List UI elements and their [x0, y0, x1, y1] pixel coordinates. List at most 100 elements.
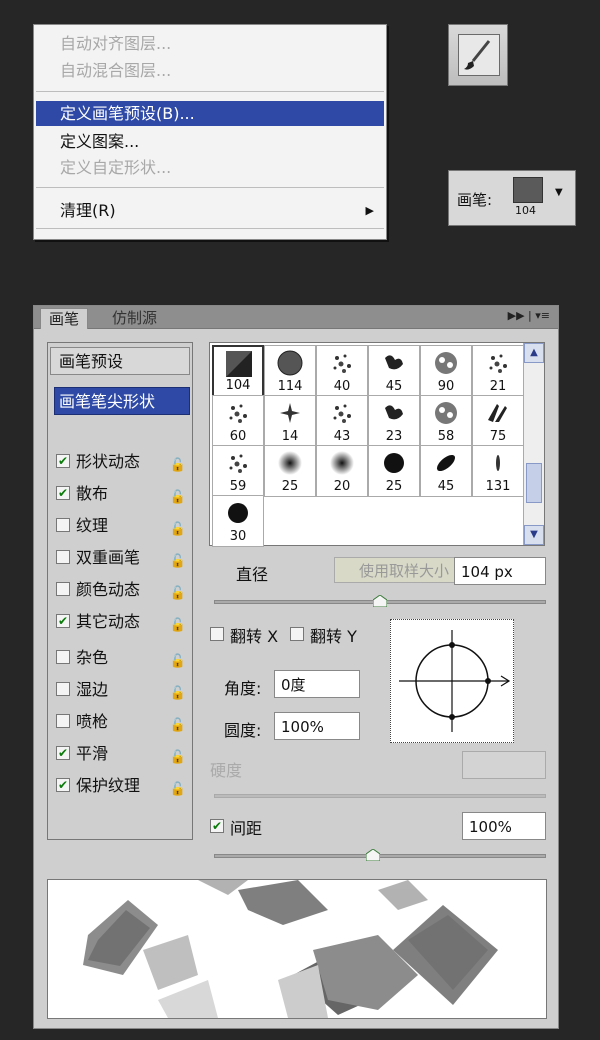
option-checkbox[interactable] [56, 550, 70, 564]
spacing-slider-thumb[interactable] [366, 849, 381, 861]
tab-brush[interactable]: 画笔 [40, 308, 89, 329]
option-row[interactable]: 纹理 🔓 [54, 513, 190, 539]
option-row[interactable]: ✔ 散布 🔓 [54, 481, 190, 507]
brush-tip-cell[interactable]: 25 [368, 445, 420, 497]
brush-tip-cell[interactable]: 90 [420, 345, 472, 397]
brush-tip-cell[interactable]: 45 [420, 445, 472, 497]
brush-tip-cell[interactable]: 23 [368, 395, 420, 447]
brush-tip-cell[interactable]: 25 [264, 445, 316, 497]
brush-tip-cell[interactable]: 43 [316, 395, 368, 447]
menu-item-auto-blend-layers[interactable]: 自动混合图层... [36, 58, 384, 83]
brush-tip-icon [436, 454, 456, 472]
roundness-input[interactable]: 100% [274, 712, 360, 740]
lock-icon[interactable]: 🔓 [170, 745, 186, 771]
flip-y-checkbox[interactable] [290, 627, 304, 641]
brush-tip-icon [435, 402, 457, 424]
menu-item-auto-align-layers[interactable]: 自动对齐图层... [36, 31, 384, 56]
brush-tip-cell[interactable]: 131 [472, 445, 524, 497]
brush-tip-cell[interactable]: 60 [212, 395, 264, 447]
flip-x-checkbox[interactable] [210, 627, 224, 641]
diameter-slider-thumb[interactable] [373, 595, 387, 607]
menu-separator [36, 187, 384, 188]
option-row[interactable]: ✔ 其它动态 🔓 [54, 609, 190, 635]
chevron-down-icon[interactable]: ▼ [555, 187, 563, 198]
spacing-input[interactable]: 100% [462, 812, 546, 840]
menu-item-define-brush-preset[interactable]: 定义画笔预设(B)... [36, 101, 384, 126]
option-checkbox[interactable] [56, 518, 70, 532]
option-checkbox[interactable] [56, 582, 70, 596]
option-row[interactable]: 湿边 🔓 [54, 677, 190, 703]
angle-input[interactable]: 0度 [274, 670, 360, 698]
brush-tip-icon [226, 351, 252, 377]
option-checkbox[interactable] [56, 650, 70, 664]
flip-row: 翻转 X 翻转 Y [210, 623, 390, 646]
brush-tip-cell[interactable]: 114 [264, 345, 316, 397]
scroll-thumb[interactable] [526, 463, 542, 503]
lock-icon[interactable]: 🔓 [170, 613, 186, 639]
lock-icon[interactable]: 🔓 [170, 549, 186, 575]
brush-tip-cell[interactable]: 104 [212, 345, 264, 397]
option-label: 纹理 [76, 516, 109, 535]
brush-tool-button[interactable] [448, 24, 508, 86]
option-checkbox[interactable]: ✔ [56, 778, 70, 792]
brush-tip-size: 60 [229, 429, 247, 444]
option-checkbox[interactable] [56, 714, 70, 728]
option-checkbox[interactable]: ✔ [56, 614, 70, 628]
brush-tip-size: 14 [281, 429, 299, 444]
brush-tip-cell[interactable]: 14 [264, 395, 316, 447]
grid-scrollbar[interactable]: ▲ ▼ [523, 343, 544, 545]
flip-x-label: 翻转 X [230, 627, 279, 646]
use-sample-size-button[interactable]: 使用取样大小 [334, 557, 474, 583]
lock-icon[interactable]: 🔓 [170, 681, 186, 707]
lock-icon[interactable]: 🔓 [170, 453, 186, 479]
brushes-panel: 画笔 仿制源 ▶▶ | ▾≡ 画笔预设 画笔笔尖形状 ✔ 形状动态 🔓 ✔ 散布 🔓 纹理 🔓… [33, 305, 559, 1029]
brush-tip-cell[interactable]: 20 [316, 445, 368, 497]
panel-menu-icon[interactable]: ▶▶ | ▾≡ [508, 309, 550, 322]
brush-tip-size: 75 [489, 429, 507, 444]
lock-icon[interactable]: 🔓 [170, 649, 186, 675]
option-row[interactable]: ✔ 保护纹理 🔓 [54, 773, 190, 799]
option-row[interactable]: 双重画笔 🔓 [54, 545, 190, 571]
option-label: 散布 [76, 484, 109, 503]
option-checkbox[interactable] [56, 682, 70, 696]
scroll-down-icon[interactable]: ▼ [524, 525, 544, 545]
angle-roundness-widget[interactable] [390, 619, 514, 743]
spacing-label: 间距 [230, 819, 263, 838]
brush-tip-icon [333, 354, 351, 373]
option-checkbox[interactable]: ✔ [56, 454, 70, 468]
lock-icon[interactable]: 🔓 [170, 517, 186, 543]
brush-tip-icon [277, 350, 303, 376]
lock-icon[interactable]: 🔓 [170, 713, 186, 739]
brush-tip-cell[interactable]: 45 [368, 345, 420, 397]
diameter-input[interactable]: 104 px [454, 557, 546, 585]
option-label: 形状动态 [76, 452, 141, 471]
brush-tip-cell[interactable]: 30 [212, 495, 264, 547]
spacing-checkbox[interactable]: ✔ [210, 819, 224, 833]
lock-icon[interactable]: 🔓 [170, 777, 186, 803]
option-row[interactable]: 颜色动态 🔓 [54, 577, 190, 603]
brush-tip-icon [385, 355, 403, 370]
menu-item-define-custom-shape[interactable]: 定义自定形状... [36, 155, 384, 180]
menu-item-define-pattern[interactable]: 定义图案... [36, 129, 384, 154]
brush-picker-label: 画笔: [457, 191, 493, 209]
option-checkbox[interactable]: ✔ [56, 486, 70, 500]
lock-icon[interactable]: 🔓 [170, 485, 186, 511]
brush-presets-button[interactable]: 画笔预设 [50, 347, 190, 375]
brush-tip-cell[interactable]: 58 [420, 395, 472, 447]
lock-icon[interactable]: 🔓 [170, 581, 186, 607]
option-row[interactable]: ✔ 形状动态 🔓 [54, 449, 190, 475]
scroll-up-icon[interactable]: ▲ [524, 343, 544, 363]
brush-tip-cell[interactable]: 59 [212, 445, 264, 497]
brush-tip-cell[interactable]: 75 [472, 395, 524, 447]
option-row[interactable]: 喷枪 🔓 [54, 709, 190, 735]
brush-tip-cell[interactable]: 40 [316, 345, 368, 397]
option-checkbox[interactable]: ✔ [56, 746, 70, 760]
option-row[interactable]: 杂色 🔓 [54, 645, 190, 671]
brush-preset-picker[interactable]: 画笔: 104 ▼ [448, 170, 576, 226]
tab-clone-source[interactable]: 仿制源 [104, 308, 165, 328]
brush-tip-cell[interactable]: 21 [472, 345, 524, 397]
brush-stroke-preview [47, 879, 547, 1019]
option-row[interactable]: ✔ 平滑 🔓 [54, 741, 190, 767]
menu-item-purge[interactable]: 清理(R) ▶ [36, 198, 384, 223]
brush-tip-shape-item[interactable]: 画笔笔尖形状 [54, 387, 190, 415]
